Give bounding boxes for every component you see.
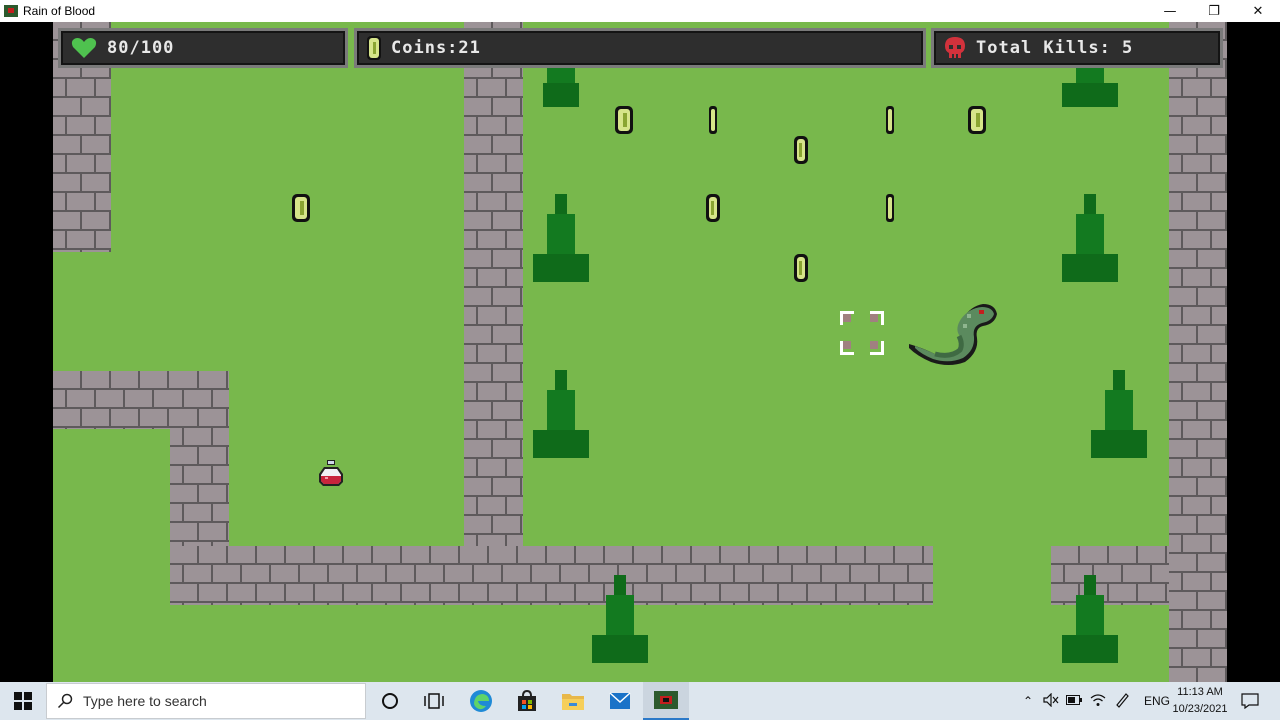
file-explorer-icon[interactable] <box>550 682 596 720</box>
coins-panel: Coins:21 <box>354 28 926 68</box>
edge-icon[interactable] <box>458 682 504 720</box>
skull-icon <box>945 37 965 58</box>
letterbox-right <box>1227 22 1280 682</box>
rain-of-blood-icon[interactable] <box>643 682 689 720</box>
window-titlebar: Rain of Blood — ❐ ✕ <box>0 0 1280 22</box>
battery-icon[interactable] <box>1062 694 1086 708</box>
pine-tree <box>1062 575 1118 663</box>
letterbox-left <box>0 22 53 682</box>
heart-icon <box>71 37 97 58</box>
wifi-icon[interactable] <box>1086 693 1110 710</box>
coin <box>615 106 633 134</box>
coin <box>794 136 808 164</box>
window-title: Rain of Blood <box>23 4 96 18</box>
coins-count: Coins:21 <box>391 38 481 58</box>
store-icon[interactable] <box>504 682 550 720</box>
maximize-button[interactable]: ❐ <box>1192 0 1236 22</box>
close-button[interactable]: ✕ <box>1236 0 1280 22</box>
pine-tree <box>1062 67 1118 107</box>
pine-tree <box>533 194 589 282</box>
pine-tree <box>1091 370 1147 458</box>
pen-workspace-icon[interactable] <box>1110 692 1134 711</box>
coin <box>709 106 717 134</box>
coin <box>706 194 720 222</box>
coin <box>886 194 894 222</box>
brick-wall <box>464 22 523 605</box>
snake-enemy[interactable] <box>905 300 999 368</box>
search-icon <box>57 693 73 709</box>
pine-tree <box>592 575 648 663</box>
kills-panel: Total Kills: 5 <box>931 28 1223 68</box>
pine-tree <box>533 370 589 458</box>
coin <box>794 254 808 282</box>
language-indicator[interactable]: ENG <box>1144 694 1170 708</box>
start-button[interactable] <box>0 682 46 720</box>
taskbar-search[interactable]: Type here to search <box>46 683 366 719</box>
coin <box>968 106 986 134</box>
clock-date: 10/23/2021 <box>1172 703 1228 715</box>
brick-wall <box>1169 22 1227 682</box>
kills-count: Total Kills: 5 <box>976 38 1134 58</box>
mail-icon[interactable] <box>597 682 643 720</box>
pine-tree <box>1062 194 1118 282</box>
taskbar: Type here to search ⌃ ENG 11:13 AM 10/23… <box>0 682 1280 720</box>
crosshair-icon <box>840 311 884 355</box>
clock[interactable]: 11:13 AM 10/23/2021 <box>1168 684 1232 718</box>
search-placeholder: Type here to search <box>83 693 207 709</box>
pine-tree <box>533 67 589 107</box>
health-panel: 80/100 <box>58 28 348 68</box>
cortana-icon[interactable] <box>367 682 413 720</box>
game-viewport[interactable] <box>53 22 1227 682</box>
minimize-button[interactable]: — <box>1148 0 1192 22</box>
system-tray: ⌃ ENG <box>1020 682 1170 720</box>
brick-wall <box>170 546 933 605</box>
coin-icon <box>367 36 381 60</box>
show-hidden-icons-icon[interactable]: ⌃ <box>1020 694 1036 708</box>
coin <box>292 194 310 222</box>
windows-logo-icon <box>14 692 32 710</box>
health-potion-icon <box>319 460 343 486</box>
health-value: 80/100 <box>107 38 175 58</box>
app-icon <box>4 5 18 17</box>
task-view-icon[interactable] <box>411 682 457 720</box>
coin <box>886 106 894 134</box>
notifications-icon[interactable] <box>1230 682 1270 720</box>
volume-muted-icon[interactable] <box>1040 692 1062 710</box>
clock-time: 11:13 AM <box>1177 686 1223 698</box>
